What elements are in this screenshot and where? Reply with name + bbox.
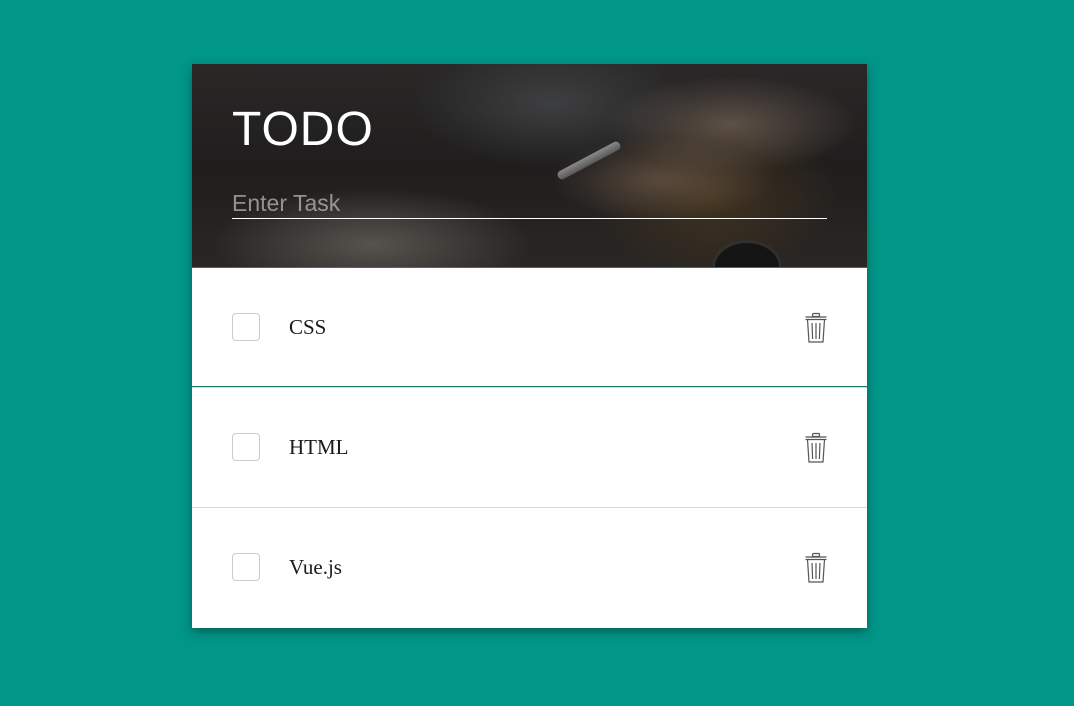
- trash-icon[interactable]: [804, 432, 828, 464]
- task-label: Vue.js: [289, 555, 342, 579]
- trash-icon[interactable]: [804, 312, 828, 344]
- task-input[interactable]: [232, 188, 827, 219]
- task-list: CSS HTML Vue.js: [192, 267, 867, 627]
- task-label: CSS: [289, 315, 327, 339]
- app-title: TODO: [232, 103, 374, 156]
- header-banner: TODO: [192, 64, 867, 267]
- list-item: HTML: [192, 387, 867, 507]
- task-checkbox[interactable]: [232, 553, 260, 581]
- list-item: CSS: [192, 267, 867, 387]
- task-checkbox[interactable]: [232, 313, 260, 341]
- header-overlay: [192, 64, 867, 267]
- task-checkbox[interactable]: [232, 433, 260, 461]
- task-label: HTML: [289, 435, 349, 459]
- todo-card: TODO CSS HTML: [192, 64, 867, 628]
- trash-icon[interactable]: [804, 552, 828, 584]
- list-item: Vue.js: [192, 507, 867, 627]
